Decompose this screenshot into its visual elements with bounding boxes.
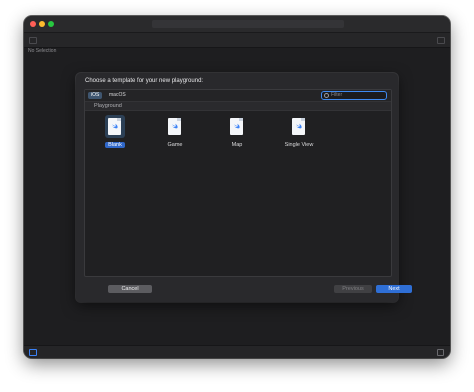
- template-chooser-sheet: Choose a template for your new playgroun…: [76, 73, 412, 302]
- template-label: Game: [167, 142, 183, 148]
- template-panel: iOS macOS Playground Blank: [84, 89, 392, 277]
- zoom-window-button[interactable]: [48, 21, 54, 27]
- filter-input[interactable]: [331, 92, 383, 99]
- page-fold: [177, 118, 181, 121]
- close-window-button[interactable]: [30, 21, 36, 27]
- swift-logo-icon: [111, 123, 118, 129]
- swift-logo-icon: [233, 123, 240, 129]
- panel-toggle-icon[interactable]: [437, 349, 444, 356]
- activity-view: [152, 20, 344, 28]
- previous-button[interactable]: Previous: [334, 285, 372, 293]
- title-bar: [24, 16, 450, 32]
- template-label: Blank: [91, 142, 139, 149]
- section-header: Playground: [85, 101, 391, 111]
- template-label: Single View: [284, 142, 314, 148]
- filter-icon: [324, 93, 329, 98]
- template-blank[interactable]: Blank: [91, 114, 139, 154]
- debug-area-toggle-icon[interactable]: [29, 349, 37, 356]
- cancel-button[interactable]: Cancel: [108, 285, 152, 293]
- page-fold: [301, 118, 305, 121]
- inspector-toggle-icon[interactable]: [437, 37, 445, 44]
- template-label: Map: [231, 142, 243, 148]
- no-selection-label: No Selection: [28, 48, 57, 54]
- section-title: Playground: [94, 103, 122, 109]
- swift-logo-icon: [171, 123, 178, 129]
- template-map[interactable]: Map: [213, 114, 261, 154]
- template-game[interactable]: Game: [151, 114, 199, 154]
- navigator-toggle-icon[interactable]: [29, 37, 37, 44]
- tab-ios[interactable]: iOS: [88, 92, 103, 99]
- status-bar: [24, 345, 450, 358]
- sheet-title: Choose a template for your new playgroun…: [85, 78, 204, 84]
- xcode-window: No Selection Choose a template for your …: [24, 16, 450, 358]
- template-single-view[interactable]: Single View: [275, 114, 323, 154]
- minimize-window-button[interactable]: [39, 21, 45, 27]
- next-button[interactable]: Next: [376, 285, 412, 293]
- tab-macos[interactable]: macOS: [106, 92, 129, 99]
- toolbar: [24, 32, 450, 48]
- filter-field[interactable]: [321, 91, 387, 100]
- swift-logo-icon: [295, 123, 302, 129]
- page-fold: [117, 118, 121, 121]
- page-fold: [239, 118, 243, 121]
- platform-tab-bar: iOS macOS: [85, 90, 391, 101]
